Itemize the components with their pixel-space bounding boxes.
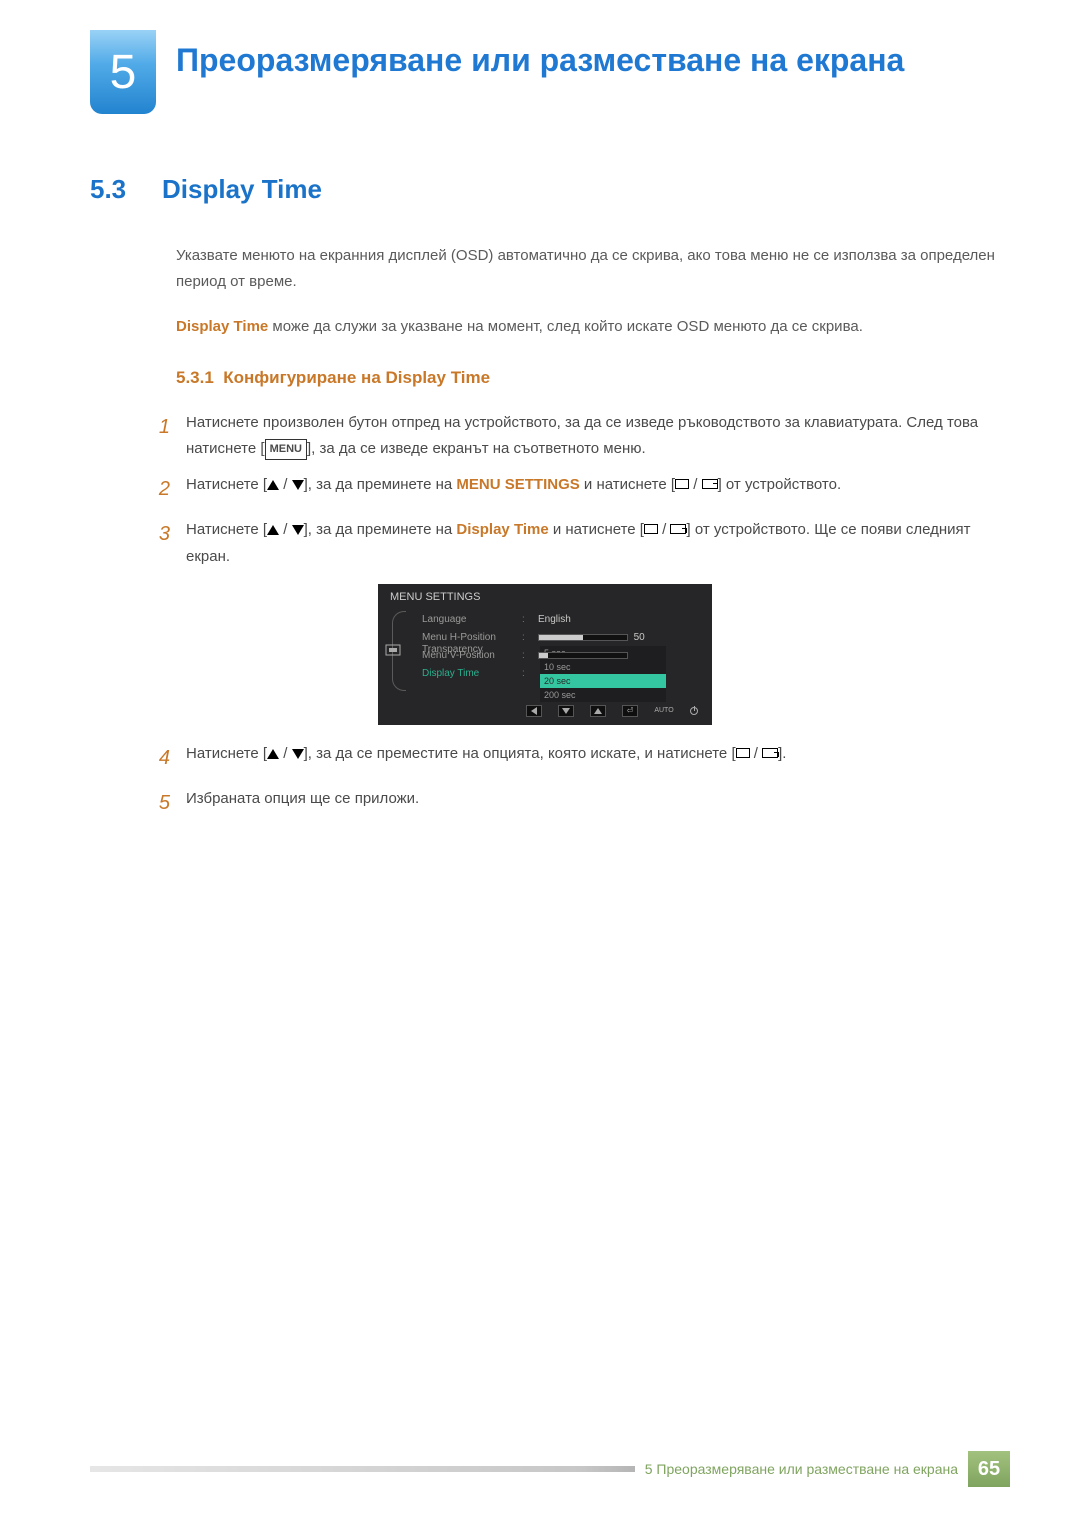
step-text: Натиснете [ / ], за да се преместите на … [186, 741, 786, 776]
chapter-header: 5 Преоразмеряване или разместване на екр… [90, 30, 1000, 114]
osd-option: 10 sec [540, 660, 666, 674]
step-1: 1 Натиснете произволен бутон отпред на у… [146, 410, 1000, 463]
up-icon [267, 525, 279, 535]
step-number: 3 [146, 517, 170, 570]
step-text: Натиснете произволен бутон отпред на уст… [186, 410, 1000, 463]
enter-icon [670, 524, 686, 534]
source-icon [675, 479, 689, 489]
source-icon [736, 748, 750, 758]
step-3: 3 Натиснете [ / ], за да преминете на Di… [146, 517, 1000, 570]
footer-text: 5 Преоразмеряване или разместване на екр… [645, 1461, 958, 1477]
osd-down-button [558, 705, 574, 717]
menu-keycap: MENU [265, 439, 307, 460]
osd-auto-label: AUTO [654, 707, 674, 714]
slider-icon [538, 634, 628, 641]
osd-tab-icon [385, 644, 403, 658]
subsection-header: 5.3.1 Конфигуриране на Display Time [176, 368, 1000, 388]
intro-paragraph-1: Указвате менюто на екранния дисплей (OSD… [176, 243, 1000, 296]
step-text: Натиснете [ / ], за да преминете на MENU… [186, 472, 841, 507]
step-4: 4 Натиснете [ / ], за да се преместите н… [146, 741, 1000, 776]
osd-title: MENU SETTINGS [378, 584, 712, 611]
source-icon [644, 524, 658, 534]
step-number: 1 [146, 410, 170, 463]
down-icon [292, 480, 304, 490]
subsection-number: 5.3.1 [176, 368, 214, 387]
enter-icon [702, 479, 718, 489]
chapter-number-badge: 5 [90, 30, 156, 114]
osd-option-selected: 20 sec [540, 674, 666, 688]
up-icon [267, 480, 279, 490]
step-number: 5 [146, 786, 170, 821]
step-text: Избраната опция ще се приложи. [186, 786, 419, 821]
chapter-title: Преоразмеряване или разместване на екран… [176, 30, 904, 80]
footer-divider [90, 1466, 635, 1472]
page-number: 65 [968, 1451, 1010, 1487]
display-time-strong: Display Time [456, 521, 548, 538]
osd-row-language: Language : English [416, 611, 702, 629]
step-2: 2 Натиснете [ / ], за да преминете на ME… [146, 472, 1000, 507]
section-title: Display Time [162, 174, 322, 205]
section-header: 5.3 Display Time [90, 174, 1000, 205]
down-icon [292, 525, 304, 535]
osd-button-bar: ⏎ AUTO [378, 699, 712, 721]
slider-icon [538, 652, 628, 659]
display-time-label: Display Time [176, 318, 268, 335]
osd-enter-button: ⏎ [622, 705, 638, 717]
step-number: 2 [146, 472, 170, 507]
page-footer: 5 Преоразмеряване или разместване на екр… [0, 1451, 1080, 1487]
section-number: 5.3 [90, 174, 146, 205]
osd-side-indicator [382, 611, 416, 691]
osd-option: 200 sec [540, 688, 666, 702]
osd-up-button [590, 705, 606, 717]
osd-screenshot: MENU SETTINGS Language : English Menu H-… [378, 584, 712, 725]
intro-paragraph-2: Display Time може да служи за указване н… [176, 314, 1000, 340]
down-icon [292, 749, 304, 759]
enter-icon [762, 748, 778, 758]
osd-row-display-time: Display Time : 5 sec 10 sec 20 sec 200 s… [416, 665, 702, 683]
subsection-title: Конфигуриране на Display Time [223, 368, 490, 387]
step-text: Натиснете [ / ], за да преминете на Disp… [186, 517, 1000, 570]
power-icon [690, 707, 698, 715]
step-5: 5 Избраната опция ще се приложи. [146, 786, 1000, 821]
up-icon [267, 749, 279, 759]
menu-settings-label: MENU SETTINGS [456, 476, 579, 493]
osd-back-button [526, 705, 542, 717]
step-number: 4 [146, 741, 170, 776]
